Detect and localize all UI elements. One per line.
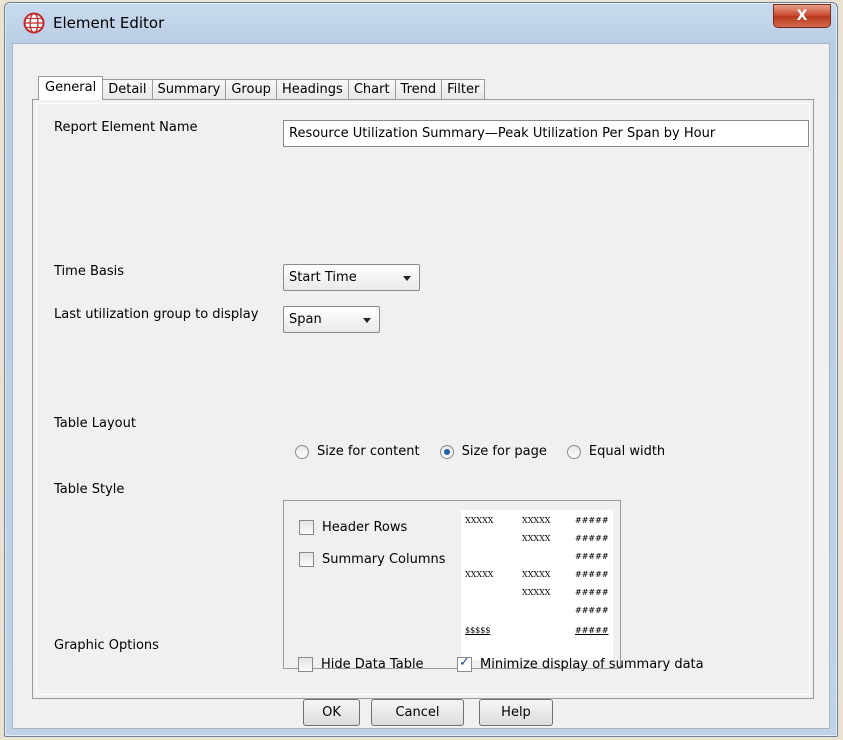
radio-size-for-content[interactable]: Size for content	[295, 444, 420, 459]
graphic-options-label: Graphic Options	[54, 638, 159, 653]
header-rows-checkbox[interactable]: Header Rows	[299, 520, 407, 535]
radio-label: Size for page	[461, 444, 547, 459]
radio-circle-selected	[439, 444, 454, 459]
tab-chart[interactable]: Chart	[347, 79, 396, 100]
preview-cell: XXXXX	[522, 516, 551, 525]
tab-trend[interactable]: Trend	[394, 79, 443, 100]
checkbox-box	[299, 520, 314, 535]
radio-equal-width[interactable]: Equal width	[566, 444, 666, 459]
table-layout-label: Table Layout	[54, 416, 136, 431]
checkbox-box	[298, 657, 313, 672]
checkbox-label: Summary Columns	[322, 552, 446, 567]
preview-cell: #####	[575, 552, 609, 561]
preview-cell: #####	[575, 588, 609, 597]
preview-cell: XXXXX	[522, 534, 551, 543]
chevron-down-icon	[403, 276, 411, 281]
chevron-down-icon	[363, 318, 371, 323]
minimize-summary-checkbox[interactable]: Minimize display of summary data	[457, 655, 704, 672]
element-name-label: Report Element Name	[54, 120, 198, 135]
table-style-preview: XXXXX XXXXX ##### XXXXX ##### ##### XXXX…	[461, 510, 613, 660]
tab-strip: General Detail Summary Group Headings Ch…	[38, 76, 486, 100]
summary-columns-checkbox[interactable]: Summary Columns	[299, 552, 446, 567]
last-group-label: Last utilization group to display	[54, 307, 259, 322]
radio-size-for-page[interactable]: Size for page	[439, 444, 547, 459]
time-basis-dropdown[interactable]: Start Time	[283, 264, 420, 291]
tab-filter[interactable]: Filter	[441, 79, 486, 100]
checkbox-label: Hide Data Table	[321, 657, 424, 672]
preview-cell: $$$$$	[465, 626, 491, 635]
help-button[interactable]: Help	[479, 699, 553, 726]
tab-summary[interactable]: Summary	[151, 79, 227, 100]
last-group-dropdown[interactable]: Span	[283, 306, 380, 333]
tab-general[interactable]: General	[38, 76, 104, 100]
cancel-button[interactable]: Cancel	[371, 699, 464, 726]
preview-cell: XXXXX	[465, 570, 494, 579]
radio-circle	[295, 444, 309, 459]
preview-cell: #####	[575, 516, 609, 525]
preview-cell: XXXXX	[522, 588, 551, 597]
app-globe-icon	[23, 12, 45, 34]
element-editor-dialog: Element Editor X General Detail Summary …	[4, 2, 838, 737]
hide-data-table-checkbox[interactable]: Hide Data Table	[298, 657, 424, 672]
time-basis-value: Start Time	[289, 270, 357, 285]
checkbox-box-checked	[457, 655, 472, 672]
title-bar: Element Editor X	[5, 3, 837, 43]
preview-cell: #####	[575, 606, 609, 615]
radio-circle	[566, 444, 581, 459]
general-tab-panel: Report Element Name Resource Utilization…	[32, 99, 814, 699]
tab-headings[interactable]: Headings	[275, 79, 349, 100]
dialog-client-area: General Detail Summary Group Headings Ch…	[12, 43, 830, 729]
time-basis-label: Time Basis	[54, 264, 124, 279]
checkbox-box	[299, 552, 314, 567]
preview-cell: XXXXX	[465, 516, 494, 525]
window-title: Element Editor	[53, 14, 165, 32]
preview-cell: XXXXX	[522, 570, 551, 579]
tab-group[interactable]: Group	[225, 79, 277, 100]
table-layout-options: Size for content Size for page Equal wid…	[295, 444, 685, 459]
table-style-label: Table Style	[54, 482, 125, 497]
close-button[interactable]: X	[773, 4, 831, 28]
radio-label: Equal width	[588, 444, 666, 459]
checkbox-label: Header Rows	[322, 520, 408, 535]
preview-cell: #####	[575, 626, 609, 635]
last-group-value: Span	[289, 312, 322, 327]
table-style-group: Header Rows Summary Columns XXXXX XXXXX …	[283, 500, 621, 669]
preview-cell: #####	[575, 570, 609, 579]
tab-detail[interactable]: Detail	[102, 79, 153, 100]
checkbox-label: Minimize display of summary data	[480, 657, 704, 672]
ok-button[interactable]: OK	[303, 699, 360, 726]
radio-label: Size for content	[317, 444, 420, 459]
element-name-input[interactable]: Resource Utilization Summary—Peak Utiliz…	[283, 120, 809, 147]
preview-cell: #####	[575, 534, 609, 543]
